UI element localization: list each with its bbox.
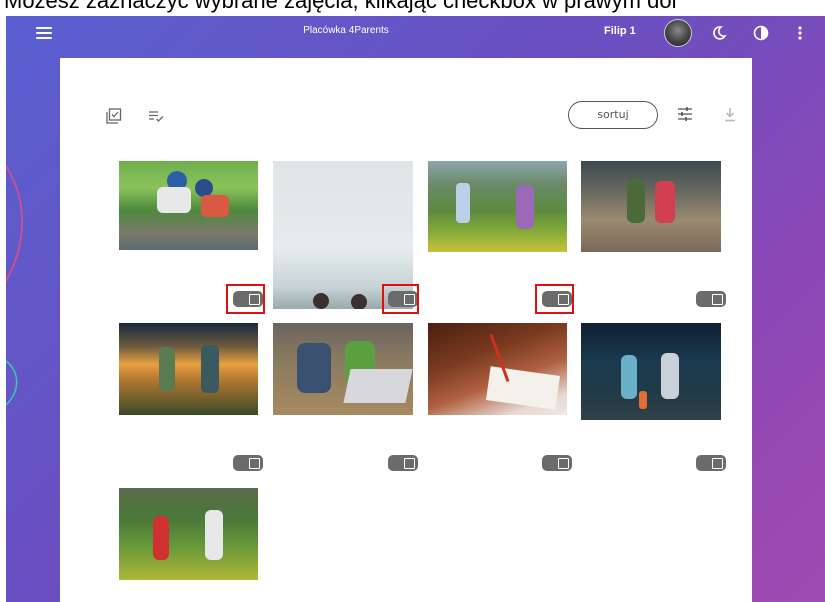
sort-button[interactable]: sortuj (568, 101, 658, 129)
gallery-card: sortuj (60, 58, 752, 602)
photo-kids-stream[interactable] (119, 161, 258, 250)
photo-kids-meadow[interactable] (119, 488, 258, 580)
photo-child-writing[interactable] (428, 323, 567, 415)
photo-two-girls-path-checkbox[interactable] (696, 291, 726, 307)
more-vert-icon[interactable] (792, 25, 808, 41)
photo-child-writing-checkbox[interactable] (542, 455, 572, 471)
playlist-check-icon[interactable] (148, 108, 164, 124)
contrast-icon[interactable] (753, 25, 769, 41)
highlight-box (382, 284, 419, 314)
instruction-caption: Możesz zaznaczyć wybrane zajęcia, klikaj… (4, 0, 677, 13)
highlight-box (535, 284, 574, 314)
page-title: Placówka 4Parents (303, 25, 389, 36)
app-window: Placówka 4Parents Filip 1 sortuj (6, 16, 825, 602)
checkbox-icon[interactable] (106, 108, 122, 124)
photo-two-girls-path[interactable] (581, 161, 721, 252)
menu-icon[interactable] (36, 27, 52, 40)
download-icon[interactable] (723, 107, 737, 123)
photo-kids-sunset-checkbox[interactable] (233, 455, 263, 471)
avatar[interactable] (664, 19, 692, 47)
highlight-box (226, 284, 265, 314)
top-bar: Placówka 4Parents Filip 1 (6, 16, 825, 54)
moon-icon[interactable] (711, 25, 727, 41)
photo-kids-laptop[interactable] (273, 323, 413, 415)
decorative-curves (6, 166, 23, 406)
photo-kids-dark-forest[interactable] (581, 323, 721, 420)
photo-kids-laptop-checkbox[interactable] (388, 455, 418, 471)
photo-kids-sunset[interactable] (119, 323, 258, 415)
tune-icon[interactable] (677, 106, 693, 122)
user-name[interactable]: Filip 1 (604, 25, 636, 37)
photo-kids-telescope[interactable] (428, 161, 567, 252)
photo-kids-dark-forest-checkbox[interactable] (696, 455, 726, 471)
